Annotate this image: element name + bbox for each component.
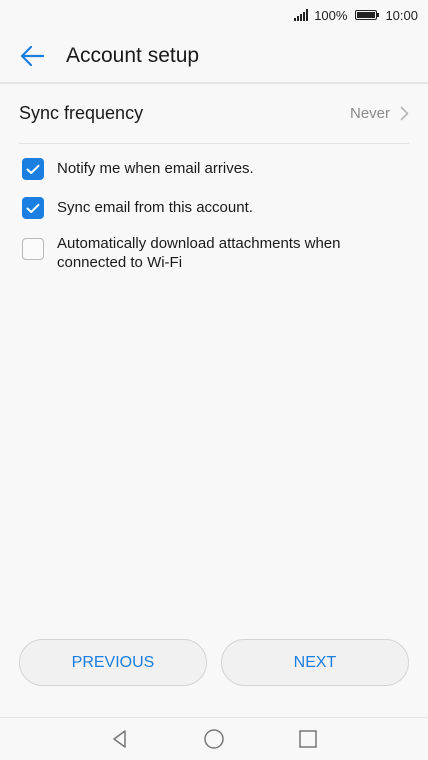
next-button[interactable]: NEXT [221,639,409,686]
back-button[interactable] [4,30,60,82]
screen: 100% 10:00 Account setup Sync frequency … [0,0,428,760]
clock: 10:00 [385,7,418,23]
attachments-label: Automatically download attachments when … [57,235,341,271]
settings-content: Sync frequency Never Notify me when emai… [0,84,428,272]
option-sync-row[interactable]: Sync email from this account. [0,197,428,219]
status-bar: 100% 10:00 [0,0,428,30]
sync-frequency-row[interactable]: Sync frequency Never [19,84,409,144]
nav-back-button[interactable] [108,727,132,751]
bottom-buttons: PREVIOUS NEXT [19,639,409,686]
checkmark-icon [26,203,40,213]
sync-frequency-value-wrap: Never [350,105,409,122]
checkmark-icon [26,164,40,174]
sync-email-checkbox[interactable] [22,197,44,219]
option-notify-row[interactable]: Notify me when email arrives. [0,158,428,180]
system-nav-bar [0,717,428,760]
notify-label: Notify me when email arrives. [57,160,254,177]
arrow-left-icon [20,45,45,67]
notify-checkbox[interactable] [22,158,44,180]
app-bar: Account setup [0,30,428,84]
chevron-right-icon [400,106,409,121]
sync-frequency-value: Never [349,105,390,122]
back-triangle-icon [113,730,126,748]
signal-icon [294,9,309,21]
nav-home-button[interactable] [202,727,226,751]
sync-email-label: Sync email from this account. [57,199,253,216]
battery-percent: 100% [314,7,348,23]
option-attachments-row[interactable]: Automatically download attachments when … [0,234,428,272]
home-circle-icon [204,729,224,749]
attachments-checkbox[interactable] [22,238,44,260]
recents-square-icon [299,730,317,748]
battery-icon [355,10,380,20]
sync-frequency-label: Sync frequency [19,103,144,123]
previous-button[interactable]: PREVIOUS [19,639,207,686]
nav-recents-button[interactable] [296,727,320,751]
page-title: Account setup [66,44,200,67]
